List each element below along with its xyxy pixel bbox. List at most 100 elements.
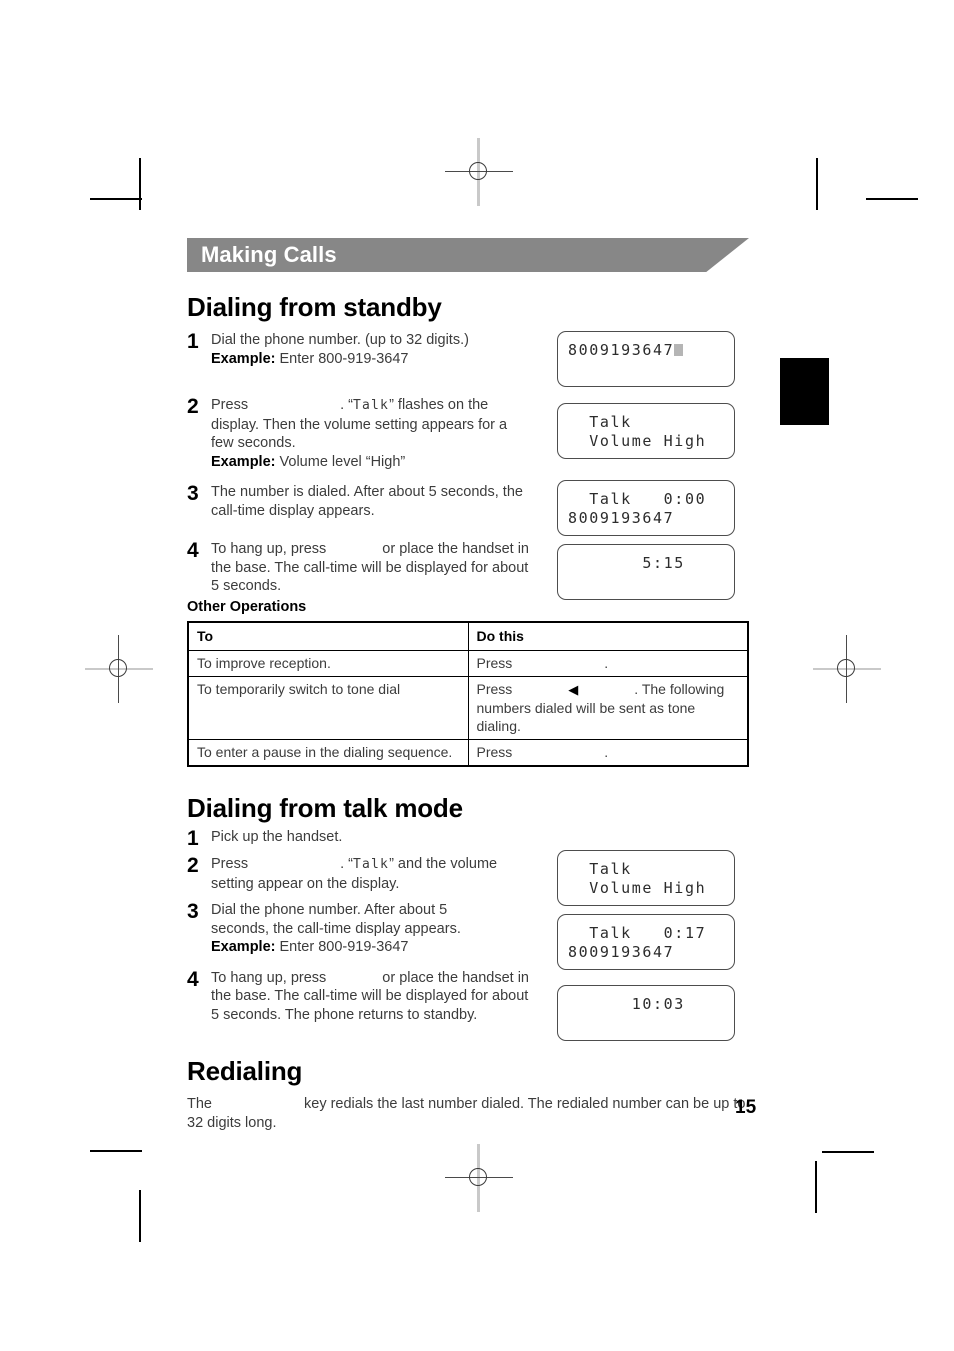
other-operations-title: Other Operations xyxy=(187,599,307,615)
press-label: Press xyxy=(476,744,513,760)
press-label: Press xyxy=(211,397,249,413)
page-title-dialing-from-talk-mode: Dialing from talk mode xyxy=(187,793,463,823)
crop-mark-top-right-vertical xyxy=(816,158,818,210)
crop-mark-top-left-vertical xyxy=(139,158,141,210)
lcd-word-talk: Talk xyxy=(352,857,390,872)
lcd-line: 8009193647 xyxy=(568,943,675,961)
step-number: 4 xyxy=(187,967,199,991)
page-title-dialing-from-standby: Dialing from standby xyxy=(187,292,442,322)
left-triangle-icon: ◀ xyxy=(568,682,579,697)
lcd-display: 8009193647 xyxy=(557,331,735,387)
step-number: 4 xyxy=(187,539,199,562)
lcd-line-text: 8009193647 xyxy=(568,341,675,359)
lcd-cursor-block xyxy=(674,344,684,356)
page-content: Making Calls Dialing from standby 1 Dial… xyxy=(187,238,749,1132)
steps-dialing-from-standby: 1 Dial the phone number. (up to 32 digit… xyxy=(187,330,749,600)
steps-dialing-from-talk-mode: 1 Pick up the handset. 2 Press. “Talk” a… xyxy=(187,828,749,1041)
lcd-display: Talk Volume High xyxy=(557,850,735,906)
table-row: To temporarily switch to tone dial Press… xyxy=(187,676,749,740)
table-row: To improve reception. Press. xyxy=(187,650,749,677)
lcd-display: Talk 0:17 8009193647 xyxy=(557,914,735,970)
lcd-display: 10:03 xyxy=(557,985,735,1041)
crop-mark-bottom-left-vertical xyxy=(139,1190,141,1242)
lcd-line: 5:15 xyxy=(568,554,685,572)
step-number: 3 xyxy=(187,482,199,505)
do-suffix: . xyxy=(604,744,609,760)
step-text-line: Dial the phone number. (up to 32 digits.… xyxy=(211,332,469,348)
section-banner: Making Calls xyxy=(187,238,749,272)
lcd-display: 5:15 xyxy=(557,544,735,600)
registration-circle xyxy=(469,162,487,180)
registration-mark-bottom xyxy=(445,1144,513,1212)
redialing-text-rest: key redials the last number dialed. The … xyxy=(187,1096,746,1131)
page-title-redialing: Redialing xyxy=(187,1056,303,1086)
do-suffix: . The following numbers dialed will be s… xyxy=(476,681,725,734)
lcd-line: 8009193647 xyxy=(568,509,675,527)
press-label: Press xyxy=(476,681,513,697)
other-operations-table: To Do this To improve reception. Press. … xyxy=(187,621,749,767)
page-number: 15 xyxy=(735,1097,757,1118)
section-banner-title: Making Calls xyxy=(201,242,337,267)
example-label: Example: xyxy=(211,453,276,470)
table-header-to: To xyxy=(187,621,469,651)
redialing-text-lead: The xyxy=(187,1096,212,1112)
registration-mark-left xyxy=(85,635,153,703)
example-value: Volume level “High” xyxy=(275,453,406,470)
press-label: Press xyxy=(211,856,249,872)
press-label: Press xyxy=(476,655,513,671)
example-value: Enter 800-919-3647 xyxy=(275,350,409,367)
table-cell-to: To temporarily switch to tone dial xyxy=(187,676,469,740)
crop-mark-bottom-right-vertical xyxy=(815,1161,817,1213)
lcd-line: Volume High xyxy=(568,879,707,897)
table-header-row: To Do this xyxy=(187,621,749,651)
registration-circle xyxy=(837,659,855,677)
table-cell-to: To enter a pause in the dialing sequence… xyxy=(187,739,469,767)
step-text: Press. “Talk” flashes on the display. Th… xyxy=(211,396,533,471)
lcd-line: Talk 0:17 xyxy=(568,924,707,942)
step-text: Pick up the handset. xyxy=(211,829,343,845)
example-label: Example: xyxy=(211,350,276,367)
lcd-line: Talk 0:00 xyxy=(568,490,707,508)
step-text: Dial the phone number. (up to 32 digits.… xyxy=(211,331,533,368)
step-text-line: Dial the phone number. After about 5 sec… xyxy=(211,902,461,937)
lcd-word-talk: Talk xyxy=(352,398,390,413)
step-text: Press. “Talk” and the volume setting app… xyxy=(211,855,533,893)
step-text: Dial the phone number. After about 5 sec… xyxy=(211,901,466,957)
crop-mark-top-right-horizontal xyxy=(866,198,918,200)
lcd-line: Talk xyxy=(568,413,632,431)
lcd-line: 10:03 xyxy=(568,995,685,1013)
lcd-line: 8009193647 xyxy=(568,341,724,360)
registration-mark-right xyxy=(813,635,881,703)
step-text-lead: To hang up, press xyxy=(211,969,327,986)
step-text-lead: . “ xyxy=(340,397,353,413)
step-number: 2 xyxy=(187,395,199,418)
lcd-display: Talk 0:00 8009193647 xyxy=(557,480,735,536)
crop-mark-bottom-right-horizontal xyxy=(822,1151,874,1153)
table-cell-do: Press. xyxy=(467,739,749,767)
registration-circle xyxy=(109,659,127,677)
step-number: 1 xyxy=(187,330,199,353)
table-cell-to: To improve reception. xyxy=(187,650,469,677)
step-text: The number is dialed. After about 5 seco… xyxy=(211,484,523,519)
redialing-paragraph: The key redials the last number dialed. T… xyxy=(187,1095,747,1132)
registration-mark-top xyxy=(445,138,513,206)
lcd-display: Talk Volume High xyxy=(557,403,735,459)
step-number: 3 xyxy=(187,900,199,923)
step-text-lead: To hang up, press xyxy=(211,541,327,557)
crop-mark-top-left-horizontal xyxy=(90,198,142,200)
registration-circle xyxy=(469,1168,487,1186)
step-text: To hang up, press or place the handset in… xyxy=(211,540,533,596)
lcd-line: Volume High xyxy=(568,432,707,450)
table-row: To enter a pause in the dialing sequence… xyxy=(187,739,749,767)
table-cell-do: Press ◀. The following numbers dialed wil… xyxy=(467,676,749,740)
step-number: 2 xyxy=(187,854,199,877)
example-value: Enter 800-919-3647 xyxy=(275,939,409,955)
lcd-line: Talk xyxy=(568,860,632,878)
crop-mark-bottom-left-horizontal xyxy=(90,1150,142,1152)
step-text-lead: . “ xyxy=(340,856,353,872)
thumb-index-tab xyxy=(780,358,829,425)
table-header-do-this: Do this xyxy=(467,621,749,651)
table-cell-do: Press. xyxy=(467,650,749,677)
step-text: To hang up, press or place the handset in… xyxy=(211,969,533,1025)
do-suffix: . xyxy=(604,655,609,671)
